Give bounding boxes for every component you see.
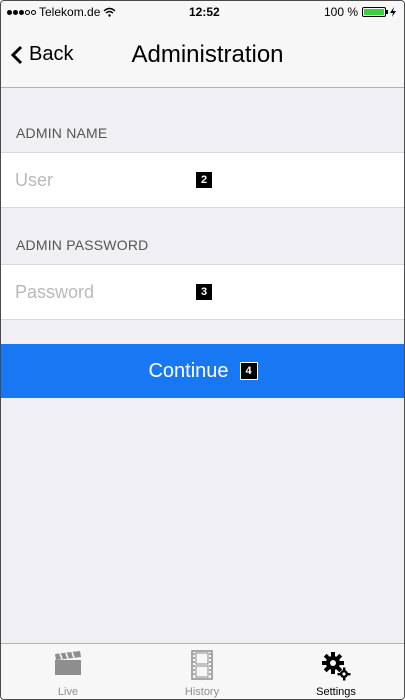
admin-password-label: ADMIN PASSWORD <box>16 237 149 253</box>
callout-marker-2: 2 <box>196 172 212 188</box>
tab-live[interactable]: Live <box>1 644 135 699</box>
page-title: Administration <box>131 41 284 68</box>
carrier-area: Telekom.de <box>7 5 116 19</box>
status-time: 12:52 <box>189 5 220 19</box>
signal-dot <box>13 9 18 15</box>
phone-screen: Telekom.de 12:52 100 % Back Administrati… <box>0 0 405 700</box>
signal-dot-empty <box>31 9 36 15</box>
admin-name-field[interactable]: 2 <box>1 152 404 208</box>
signal-strength-icon <box>7 9 36 15</box>
admin-name-input[interactable] <box>13 153 317 207</box>
navigation-bar: Back Administration <box>1 23 404 88</box>
tab-bar: Live History Settings <box>1 643 404 699</box>
signal-dot <box>7 9 12 15</box>
battery-area: 100 % <box>324 5 396 19</box>
continue-label: Continue <box>148 359 229 382</box>
admin-password-input[interactable] <box>13 265 317 319</box>
tab-settings[interactable]: Settings <box>269 644 403 699</box>
carrier-name: Telekom.de <box>39 5 101 19</box>
tab-history-label: History <box>184 686 220 698</box>
battery-percent: 100 % <box>323 5 358 19</box>
signal-dot-empty <box>25 9 30 15</box>
tab-live-label: Live <box>57 686 79 698</box>
gears-icon <box>322 652 351 681</box>
admin-password-field[interactable]: 3 <box>1 264 404 320</box>
tab-settings-label: Settings <box>316 686 356 698</box>
status-bar: Telekom.de 12:52 100 % <box>1 1 404 23</box>
continue-button[interactable]: Continue 4 <box>1 344 404 398</box>
film-icon <box>191 650 213 680</box>
clapperboard-icon <box>55 651 81 675</box>
callout-marker-3: 3 <box>196 284 212 300</box>
wifi-icon <box>103 7 116 17</box>
callout-marker-4: 4 <box>239 362 258 380</box>
tab-history[interactable]: History <box>135 644 269 699</box>
charging-icon <box>390 7 396 17</box>
battery-icon <box>362 7 388 17</box>
signal-dot <box>19 9 24 15</box>
admin-name-label: ADMIN NAME <box>16 125 108 141</box>
